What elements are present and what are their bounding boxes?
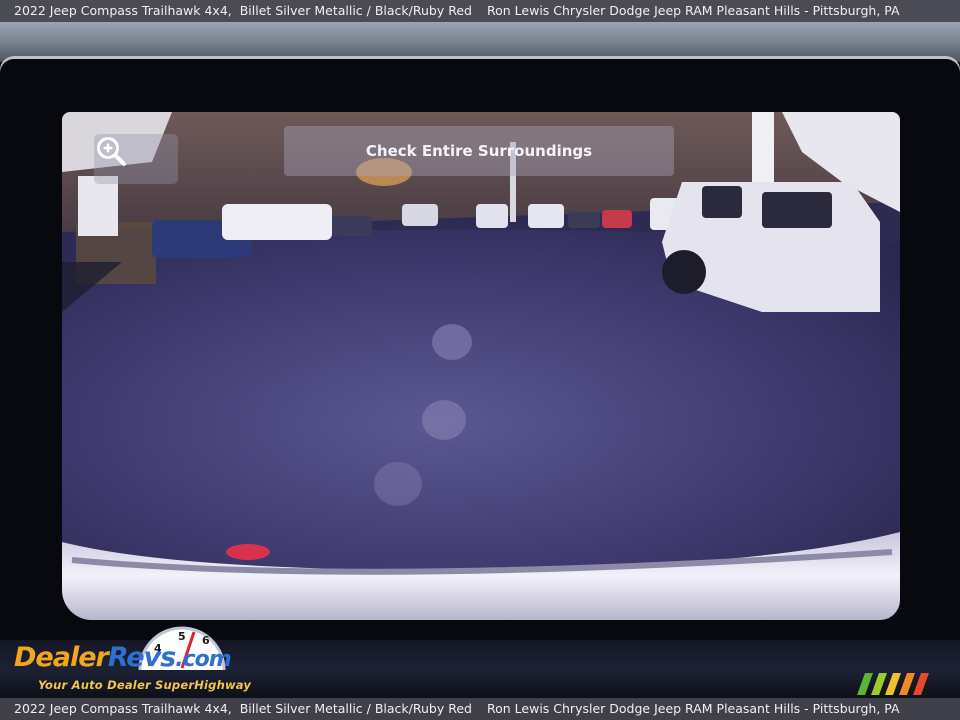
caption-vehicle-title: 2022 Jeep Compass Trailhawk 4x4, Billet …	[14, 0, 472, 22]
caption-bar-top: 2022 Jeep Compass Trailhawk 4x4, Billet …	[0, 0, 960, 22]
logo-com: .com	[175, 647, 231, 672]
camera-feed-image	[62, 112, 900, 620]
logo-tagline: Your Auto Dealer SuperHighway	[38, 678, 252, 692]
caption-vehicle: 2022 Jeep Compass Trailhawk 4x4,	[14, 3, 232, 18]
warning-banner: Check Entire Surroundings	[284, 126, 674, 176]
caption-vehicle: 2022 Jeep Compass Trailhawk 4x4,	[14, 701, 232, 716]
dealerrevs-logo: 4 5 6 DealerRevs.com Your Auto Dealer Su…	[12, 622, 272, 698]
logo-wordmark: DealerRevs.com	[14, 642, 232, 673]
caption-dealer: Ron Lewis Chrysler Dodge Jeep RAM Pleasa…	[487, 701, 900, 716]
zoom-button[interactable]	[94, 134, 178, 184]
rear-camera-view: Check Entire Surroundings	[62, 112, 900, 620]
logo-dealer: Dealer	[14, 642, 109, 673]
stripes-logo-icon	[857, 673, 929, 695]
logo-revs: Revs	[107, 642, 176, 673]
zoom-in-icon	[97, 137, 126, 166]
caption-color: Billet Silver Metallic / Black/Ruby Red	[239, 3, 472, 18]
caption-vehicle-title-bottom: 2022 Jeep Compass Trailhawk 4x4, Billet …	[14, 698, 472, 720]
caption-color: Billet Silver Metallic / Black/Ruby Red	[239, 701, 472, 716]
caption-bar-bottom: 2022 Jeep Compass Trailhawk 4x4, Billet …	[0, 698, 960, 720]
caption-dealer: Ron Lewis Chrysler Dodge Jeep RAM Pleasa…	[487, 3, 900, 18]
warning-banner-text: Check Entire Surroundings	[365, 142, 593, 160]
